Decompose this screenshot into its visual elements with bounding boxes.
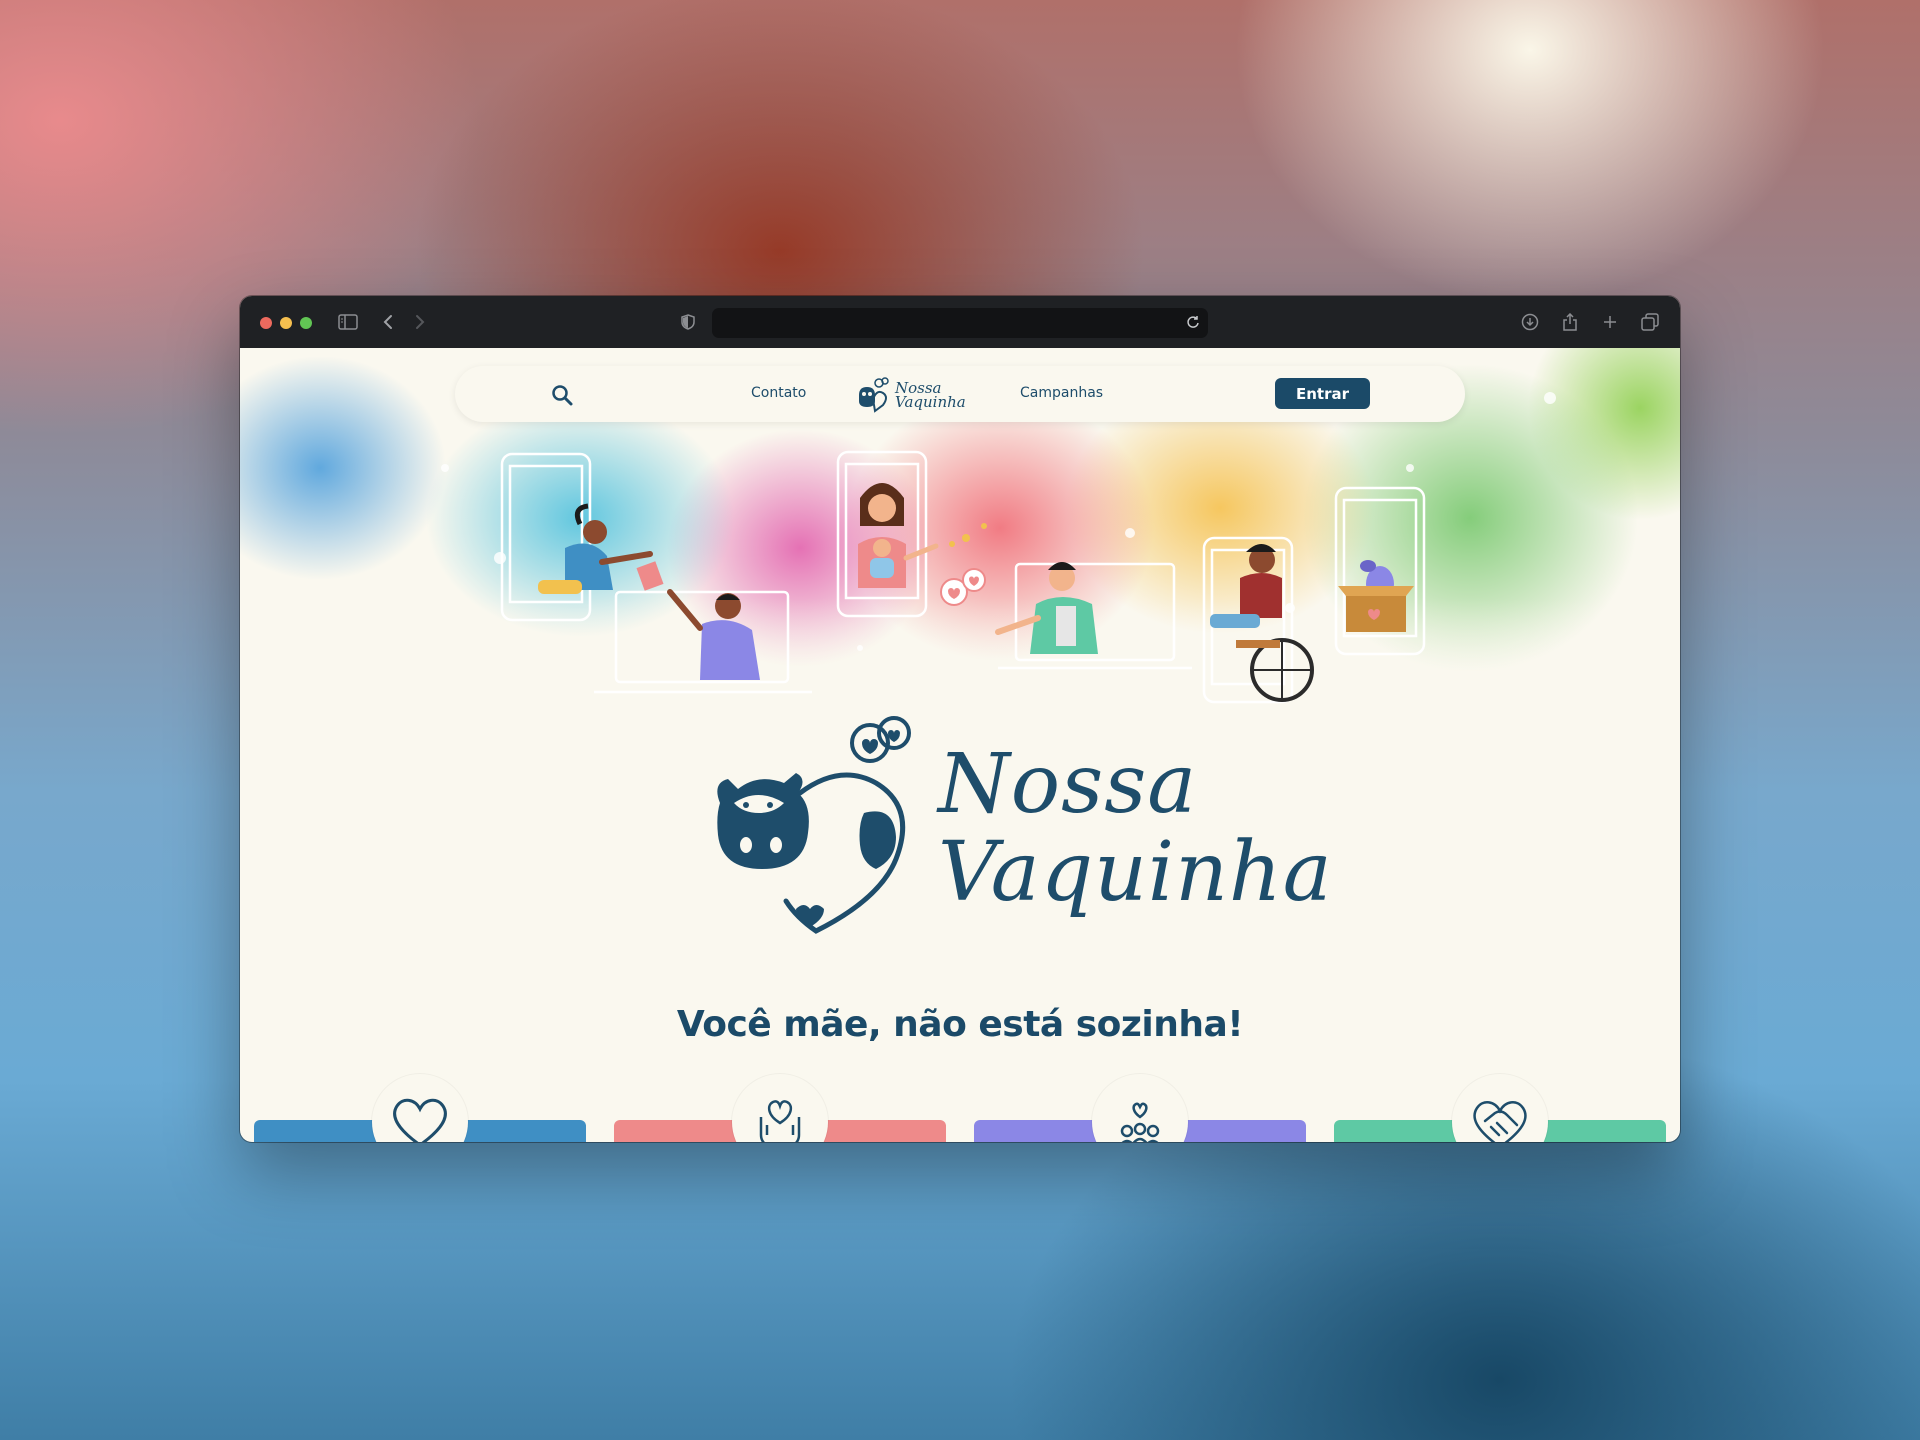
gift-box-with-dog [1338,560,1414,632]
nav-logo-line2: Vaquinha [895,393,966,411]
nav-logo-text: Nossa Vaquinha [895,381,966,411]
close-window-button[interactable] [260,317,272,329]
download-icon[interactable] [1518,310,1542,334]
nav-link-contato[interactable]: Contato [751,385,806,401]
cow-heart-icon [717,716,911,934]
forward-icon[interactable] [408,310,432,334]
sidebar-icon[interactable] [336,310,360,334]
nav-logo[interactable]: Nossa Vaquinha [855,372,975,418]
zoom-window-button[interactable] [300,317,312,329]
person-woman-wheelchair [1210,544,1314,702]
person-mother-with-child [858,483,939,588]
person-man-receiving [667,589,760,680]
hero-logo-line1: Nossa [938,737,1198,832]
reload-icon[interactable] [1186,315,1200,334]
cow-heart-logo-icon [859,377,889,413]
hands-heart-icon [759,1100,801,1142]
person-woman-giving [538,503,664,594]
floating-hearts [940,523,987,606]
feature-card-2-badge [732,1074,828,1142]
phone-frame-2 [836,450,928,618]
heart-icon [393,1098,447,1142]
window-controls [260,317,312,329]
phone-frame-1 [500,452,592,622]
hero-logo-text: Nossa Vaquinha [938,741,1333,917]
hero-logo: Nossa Vaquinha [700,703,1332,983]
page-content: Contato Nossa Vaquinha Campanhas Entrar [240,348,1680,1142]
hero-tagline: Você mãe, não está sozinha! [676,1004,1244,1045]
community-icon [1120,1102,1160,1142]
new-tab-icon[interactable] [1598,310,1622,334]
shield-icon[interactable] [676,310,700,334]
back-icon[interactable] [376,310,400,334]
handshake-heart-icon [1473,1101,1527,1142]
person-man-green-jacket [995,562,1098,654]
browser-toolbar [240,296,1680,348]
address-bar[interactable] [712,308,1208,338]
minimize-window-button[interactable] [280,317,292,329]
hero-logo-line2: Vaquinha [938,825,1333,920]
feature-card-4-badge [1452,1074,1548,1142]
nav-link-campanhas[interactable]: Campanhas [1020,385,1103,401]
entrar-button[interactable]: Entrar [1275,378,1370,409]
browser-window: Contato Nossa Vaquinha Campanhas Entrar [240,296,1680,1142]
top-navigation-bar: Contato Nossa Vaquinha Campanhas Entrar [455,366,1465,422]
feature-card-1-badge [372,1074,468,1142]
share-icon[interactable] [1558,310,1582,334]
tabs-overview-icon[interactable] [1638,310,1662,334]
feature-card-3-badge [1092,1074,1188,1142]
search-icon[interactable] [550,383,574,407]
